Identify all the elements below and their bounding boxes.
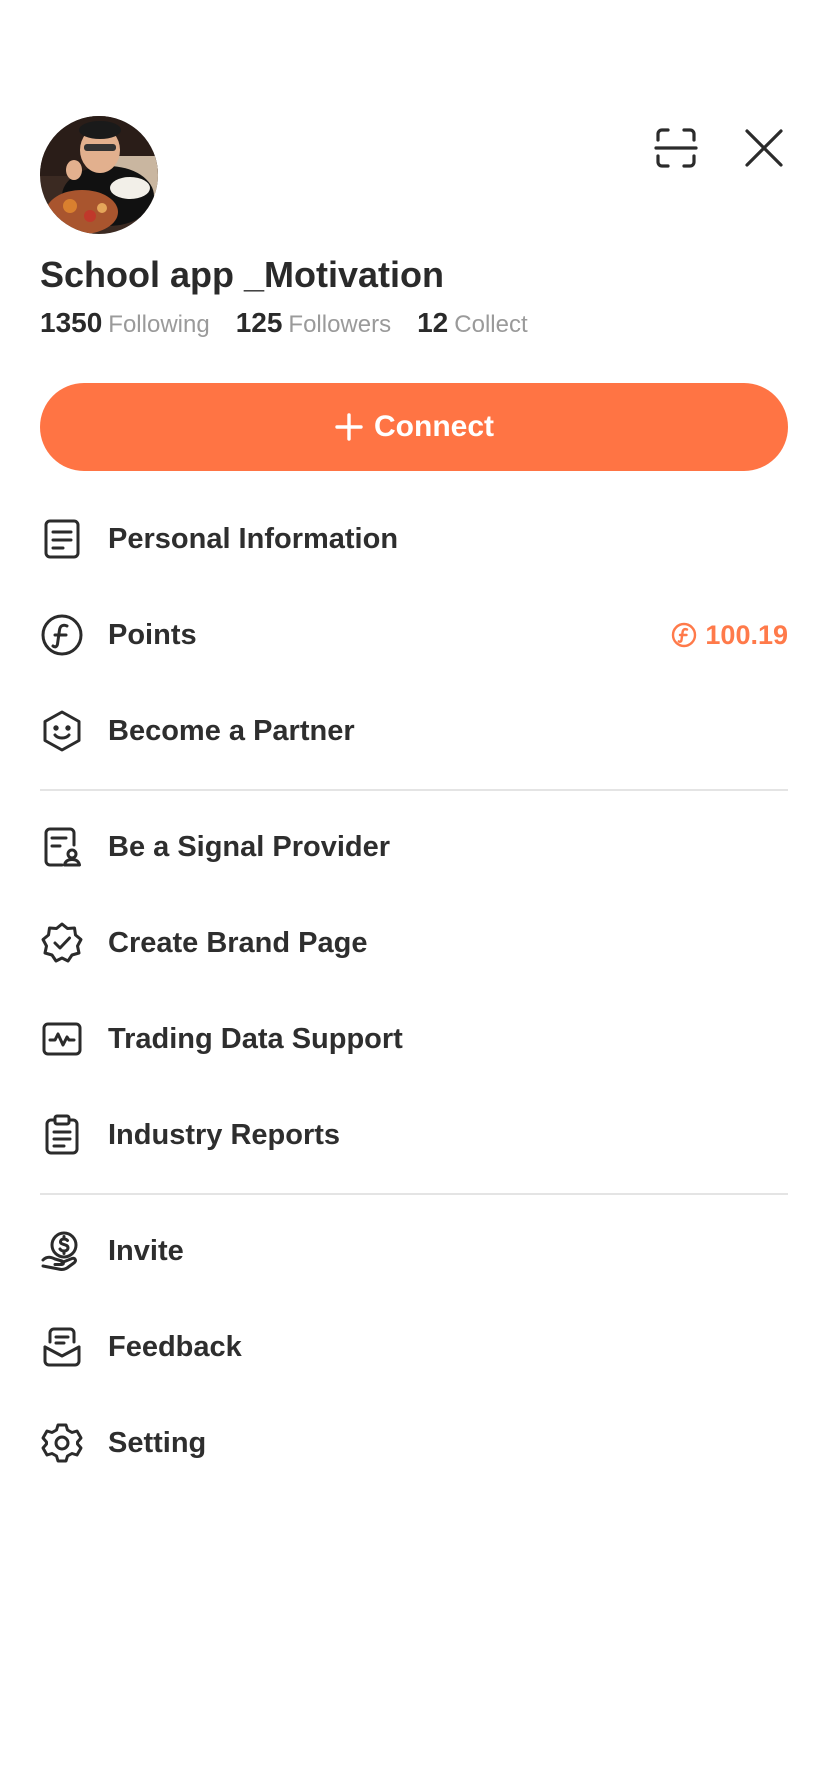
profile-stats: 1350 Following 125 Followers 12 Collect: [40, 307, 554, 339]
profile-document-icon: [40, 825, 84, 869]
menu-item-feedback[interactable]: Feedback: [40, 1299, 788, 1395]
menu-label: Feedback: [108, 1330, 242, 1363]
menu-item-trading-data-support[interactable]: Trading Data Support: [40, 991, 788, 1087]
points-value: 100.19: [705, 619, 788, 650]
menu-label: Invite: [108, 1234, 184, 1267]
close-icon[interactable]: [742, 126, 786, 170]
scan-icon[interactable]: [654, 126, 698, 170]
menu-item-become-partner[interactable]: Become a Partner: [40, 683, 788, 779]
menu-label: Create Brand Page: [108, 926, 368, 959]
gear-icon: [40, 1421, 84, 1465]
menu-item-invite[interactable]: Invite: [40, 1203, 788, 1299]
coin-icon: [40, 613, 84, 657]
menu-label: Personal Information: [108, 522, 399, 555]
avatar[interactable]: [40, 116, 158, 234]
followers-label: Followers: [288, 311, 392, 338]
menu-label: Trading Data Support: [108, 1022, 403, 1055]
connect-button[interactable]: Connect: [40, 383, 788, 471]
menu-label: Become a Partner: [108, 714, 355, 747]
menu-label: Points: [108, 618, 197, 651]
divider: [40, 1193, 788, 1195]
collect-count: 12: [417, 307, 449, 338]
menu-label: Industry Reports: [108, 1118, 341, 1151]
menu-item-points[interactable]: Points 100.19: [40, 587, 788, 683]
plus-icon: [335, 413, 363, 441]
money-hand-icon: [40, 1229, 84, 1273]
coin-icon: [672, 622, 697, 648]
mail-box-icon: [40, 1325, 84, 1369]
followers-stat[interactable]: 125 Followers: [236, 307, 391, 339]
profile-name: School app _Motivation: [40, 254, 445, 295]
menu-label: Be a Signal Provider: [108, 830, 391, 863]
collect-label: Collect: [454, 311, 528, 338]
smile-hexagon-icon: [40, 709, 84, 753]
document-icon: [40, 517, 84, 561]
menu-item-create-brand-page[interactable]: Create Brand Page: [40, 895, 788, 991]
verified-badge-icon: [40, 921, 84, 965]
following-label: Following: [108, 311, 210, 338]
points-balance: 100.19: [671, 620, 788, 651]
activity-chart-icon: [40, 1017, 84, 1061]
followers-count: 125: [235, 307, 283, 338]
clipboard-icon: [40, 1113, 84, 1157]
menu-item-signal-provider[interactable]: Be a Signal Provider: [40, 799, 788, 895]
menu-item-setting[interactable]: Setting: [40, 1395, 788, 1491]
menu-item-personal-information[interactable]: Personal Information: [40, 491, 788, 587]
connect-label: Connect: [374, 410, 494, 443]
menu-label: Setting: [108, 1426, 207, 1459]
following-count: 1350: [40, 307, 103, 338]
following-stat[interactable]: 1350 Following: [40, 307, 210, 339]
collect-stat[interactable]: 12 Collect: [417, 307, 528, 339]
menu-item-industry-reports[interactable]: Industry Reports: [40, 1087, 788, 1183]
divider: [40, 789, 788, 791]
